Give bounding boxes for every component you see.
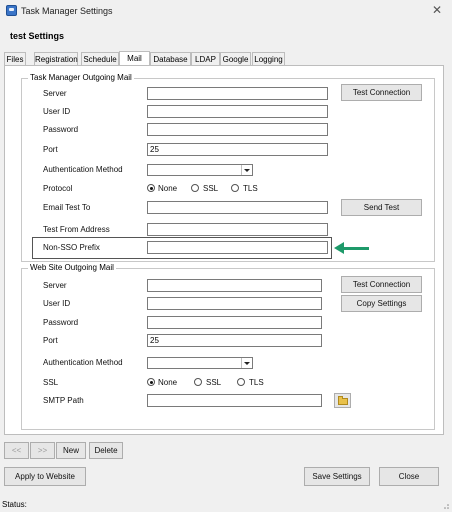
web-userid-label: User ID	[43, 299, 71, 308]
test-connection-button[interactable]: Test Connection	[341, 84, 422, 101]
from-address-label: Test From Address	[43, 225, 110, 234]
ssl-label: SSL	[43, 378, 59, 387]
tab-registration[interactable]: Registration	[34, 52, 78, 65]
window-title: Task Manager Settings	[21, 6, 113, 16]
userid-label: User ID	[43, 107, 71, 116]
status-label: Status:	[2, 500, 27, 509]
server-label: Server	[43, 89, 67, 98]
nonsso-prefix-field[interactable]	[147, 241, 328, 254]
copy-settings-button[interactable]: Copy Settings	[341, 295, 422, 312]
port-label: Port	[43, 145, 58, 154]
save-settings-button[interactable]: Save Settings	[304, 467, 370, 486]
arrow-head-icon	[334, 242, 344, 254]
close-button[interactable]: Close	[379, 467, 439, 486]
next-button[interactable]: >>	[30, 442, 55, 459]
ssl-tls-label: TLS	[249, 378, 264, 387]
website-mail-group-title: Web Site Outgoing Mail	[28, 263, 116, 272]
web-server-label: Server	[43, 281, 67, 290]
protocol-ssl-label: SSL	[203, 184, 219, 193]
protocol-tls-radio[interactable]	[231, 184, 239, 192]
password-field[interactable]	[147, 123, 328, 136]
protocol-none-radio[interactable]	[147, 184, 155, 192]
tab-google[interactable]: Google	[220, 52, 251, 65]
resize-grip-icon[interactable]	[442, 502, 450, 510]
app-icon	[6, 5, 17, 16]
auth-method-select[interactable]	[147, 164, 253, 176]
close-icon[interactable]: ✕	[432, 3, 442, 17]
protocol-ssl-radio[interactable]	[191, 184, 199, 192]
auth-method-label: Authentication Method	[43, 165, 123, 174]
from-address-field[interactable]	[147, 223, 328, 236]
ssl-ssl-label: SSL	[206, 378, 222, 387]
browse-folder-button[interactable]	[334, 393, 351, 408]
web-server-field[interactable]	[147, 279, 322, 292]
tab-files[interactable]: Files	[4, 52, 26, 65]
web-auth-method-select[interactable]	[147, 357, 253, 369]
userid-field[interactable]	[147, 105, 328, 118]
email-test-label: Email Test To	[43, 203, 91, 212]
email-test-field[interactable]	[147, 201, 328, 214]
chevron-down-icon	[241, 165, 252, 175]
password-label: Password	[43, 125, 79, 134]
web-userid-field[interactable]	[147, 297, 322, 310]
ssl-ssl-radio[interactable]	[194, 378, 202, 386]
arrow-left-icon	[343, 247, 369, 250]
smtp-path-label: SMTP Path	[43, 396, 84, 405]
send-test-button[interactable]: Send Test	[341, 199, 422, 216]
ssl-none-radio[interactable]	[147, 378, 155, 386]
ssl-tls-radio[interactable]	[237, 378, 245, 386]
tab-database[interactable]: Database	[150, 52, 191, 65]
tab-mail[interactable]: Mail	[119, 51, 150, 66]
page-title: test Settings	[10, 31, 65, 41]
new-button[interactable]: New	[56, 442, 86, 459]
outgoing-mail-group-title: Task Manager Outgoing Mail	[28, 73, 134, 82]
chevron-down-icon	[241, 358, 252, 368]
delete-button[interactable]: Delete	[89, 442, 123, 459]
tab-logging[interactable]: Logging	[252, 52, 285, 65]
folder-icon	[338, 396, 348, 405]
nonsso-prefix-label: Non-SSO Prefix	[43, 243, 100, 252]
prev-button[interactable]: <<	[4, 442, 29, 459]
apply-to-website-button[interactable]: Apply to Website	[4, 467, 86, 486]
tab-schedule[interactable]: Schedule	[81, 52, 119, 65]
web-port-field[interactable]: 25	[147, 334, 322, 347]
tab-ldap[interactable]: LDAP	[191, 52, 220, 65]
web-test-connection-button[interactable]: Test Connection	[341, 276, 422, 293]
protocol-label: Protocol	[43, 184, 73, 193]
web-auth-method-label: Authentication Method	[43, 358, 123, 367]
web-password-label: Password	[43, 318, 79, 327]
protocol-none-label: None	[158, 184, 178, 193]
protocol-tls-label: TLS	[243, 184, 258, 193]
web-password-field[interactable]	[147, 316, 322, 329]
server-field[interactable]	[147, 87, 328, 100]
smtp-path-field[interactable]	[147, 394, 322, 407]
web-port-label: Port	[43, 336, 58, 345]
ssl-none-label: None	[158, 378, 178, 387]
port-field[interactable]: 25	[147, 143, 328, 156]
